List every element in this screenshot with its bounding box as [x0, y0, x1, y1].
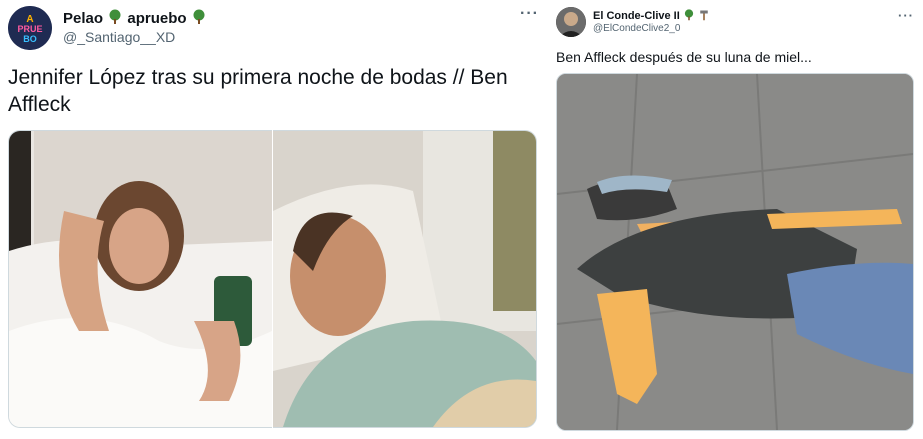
- tweet-el-conde[interactable]: El Conde-Clive II @ElCondeClive2_0 ··· B…: [547, 0, 923, 439]
- author-name[interactable]: Pelao apruebo: [63, 9, 207, 27]
- more-horizontal-icon[interactable]: ···: [898, 8, 914, 23]
- svg-text:BO: BO: [23, 34, 37, 44]
- flat-man-on-floor-photo[interactable]: [556, 73, 914, 431]
- author-handle[interactable]: @_Santiago__XD: [63, 29, 175, 45]
- tree-icon: [193, 9, 205, 24]
- tree-icon: [684, 9, 693, 21]
- avatar[interactable]: A PRUE BO: [8, 6, 52, 50]
- tree-icon: [109, 9, 121, 24]
- author-handle[interactable]: @ElCondeClive2_0: [593, 23, 680, 34]
- avatar-logo: A PRUE BO: [8, 6, 52, 50]
- hammer-icon: [700, 10, 708, 21]
- woman-in-bed-photo[interactable]: [8, 130, 272, 428]
- svg-text:PRUE: PRUE: [17, 24, 42, 34]
- avatar-portrait: [556, 7, 586, 37]
- tweet-pelao[interactable]: A PRUE BO Pelao apruebo @_Santiago__XD ·…: [0, 0, 547, 439]
- more-horizontal-icon[interactable]: ···: [520, 5, 539, 23]
- tweet-text: Jennifer López tras su primera noche de …: [8, 66, 508, 116]
- author-name[interactable]: El Conde-Clive II: [593, 9, 710, 22]
- tweet-text: Ben Affleck después de su luna de miel..…: [556, 49, 812, 65]
- man-sleeping-photo[interactable]: [273, 130, 537, 428]
- avatar[interactable]: [556, 7, 586, 37]
